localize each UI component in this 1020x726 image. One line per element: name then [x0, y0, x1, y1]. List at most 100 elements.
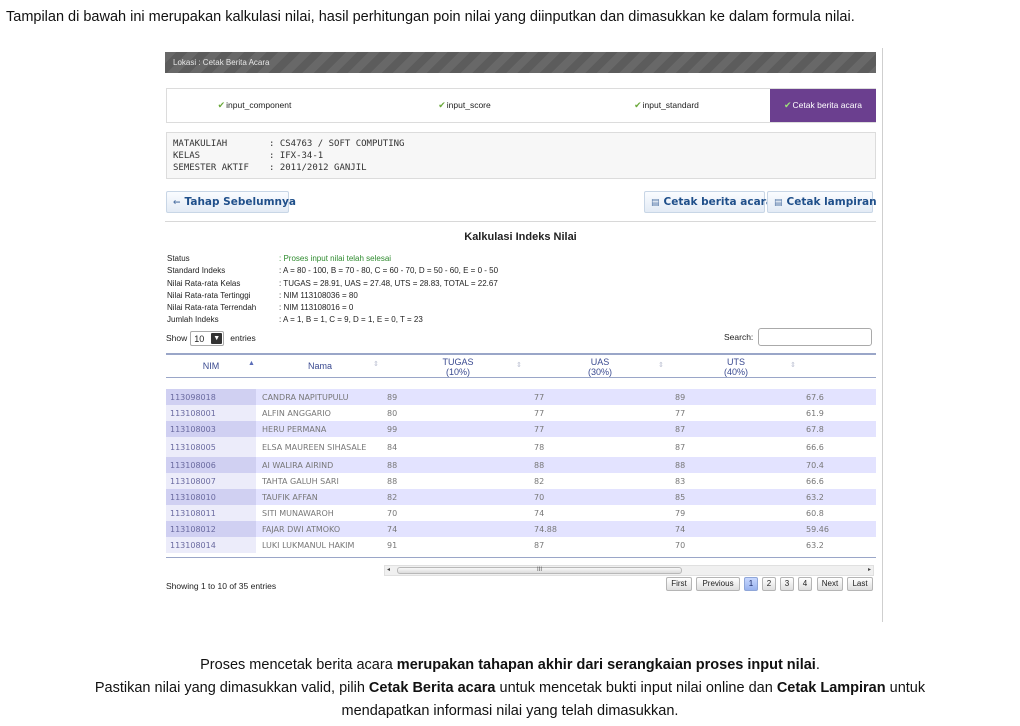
- col-nama-label: Nama: [307, 361, 332, 371]
- stat-key: Standard Indeks: [167, 266, 226, 275]
- page-3-button[interactable]: 3: [780, 577, 794, 591]
- cell-tugas: 89: [387, 392, 398, 402]
- page-1-button[interactable]: 1: [744, 577, 758, 591]
- step-input-standard[interactable]: ✔input_standard: [579, 89, 754, 122]
- caption-text: Pastikan nilai yang dimasukkan valid, pi…: [94, 680, 369, 696]
- cell-uas: 74.88: [534, 524, 557, 534]
- search-input[interactable]: [758, 328, 872, 346]
- cell-total: 66.6: [806, 476, 824, 486]
- horizontal-scrollbar[interactable]: ◂ III ▸: [384, 565, 874, 576]
- scroll-right-icon[interactable]: ▸: [868, 566, 871, 575]
- course-value: : 2011/2012 GANJIL: [269, 163, 367, 173]
- cell-uts: 83: [675, 476, 686, 486]
- col-nim[interactable]: NIM ▲: [186, 360, 255, 371]
- first-page-button[interactable]: First: [666, 577, 692, 591]
- page-4-button[interactable]: 4: [798, 577, 812, 591]
- cell-nama: ALFIN ANGGARIO: [262, 408, 331, 418]
- cell-total: 67.6: [806, 392, 824, 402]
- table-row[interactable]: 113108010 TAUFIK AFFAN 82 70 85 63.2: [166, 489, 876, 505]
- sort-icon: ⇕: [516, 362, 522, 369]
- cell-tugas: 88: [387, 460, 398, 470]
- cell-uas: 74: [534, 508, 545, 518]
- page-2-button[interactable]: 2: [762, 577, 776, 591]
- cell-nim: 113108006: [166, 457, 256, 473]
- top-caption: Tampilan di bawah ini merupakan kalkulas…: [6, 9, 855, 25]
- printer-icon: ▤: [651, 198, 660, 208]
- cell-nim: 113108007: [166, 473, 256, 489]
- previous-page-button[interactable]: Previous: [696, 577, 740, 591]
- col-uts[interactable]: UTS (40%) ⇕: [706, 357, 796, 377]
- sort-asc-icon: ▲: [248, 360, 255, 367]
- cell-total: 60.8: [806, 508, 824, 518]
- cell-nama: ELSA MAUREEN SIHASALE: [262, 442, 367, 452]
- previous-step-label: Tahap Sebelumnya: [184, 196, 296, 208]
- step-cetak-berita-acara[interactable]: ✔Cetak berita acara: [770, 89, 876, 122]
- table-row[interactable]: 113108005 ELSA MAUREEN SIHASALE 84 78 87 66.6: [166, 437, 876, 457]
- calc-title: Kalkulasi Indeks Nilai: [464, 231, 577, 243]
- cell-uts: 89: [675, 392, 686, 402]
- cell-uas: 87: [534, 540, 545, 550]
- cell-tugas: 70: [387, 508, 398, 518]
- col-uas-weight: (30%): [587, 367, 612, 377]
- step-label: input_score: [446, 100, 491, 110]
- stat-value: : TUGAS = 28.91, UAS = 27.48, UTS = 28.8…: [279, 279, 498, 288]
- cell-nama: HERU PERMANA: [262, 424, 327, 434]
- col-uas[interactable]: UAS (30%) ⇕: [570, 357, 664, 377]
- cell-uts: 74: [675, 524, 686, 534]
- table-row[interactable]: 113108014 LUKI LUKMANUL HAKIM 91 87 70 63.2: [166, 537, 876, 553]
- table-row[interactable]: 113108001 ALFIN ANGGARIO 80 77 77 61.9: [166, 405, 876, 421]
- col-nama[interactable]: Nama ⇕: [288, 361, 379, 371]
- stat-key: Nilai Rata-rata Tertinggi: [167, 291, 251, 300]
- step-input-component[interactable]: ✔input_component: [167, 89, 342, 122]
- table-row[interactable]: 113108011 SITI MUNAWAROH 70 74 79 60.8: [166, 505, 876, 521]
- table-row[interactable]: 113108006 AI WALIRA AIRIND 88 88 88 70.4: [166, 457, 876, 473]
- divider: [165, 221, 876, 222]
- col-tugas-label: TUGAS: [442, 357, 474, 367]
- showing-info: Showing 1 to 10 of 35 entries: [166, 581, 277, 591]
- entries-select[interactable]: 10 ▼: [190, 331, 225, 347]
- cell-total: 61.9: [806, 408, 824, 418]
- show-label: Show: [166, 333, 188, 343]
- caption-emphasis: Cetak Lampiran: [776, 680, 886, 696]
- scroll-left-icon[interactable]: ◂: [387, 566, 390, 575]
- cell-total: 59.46: [806, 524, 829, 534]
- cell-tugas: 80: [387, 408, 398, 418]
- table-row[interactable]: 113108007 TAHTA GALUH SARI 88 82 83 66.6: [166, 473, 876, 489]
- check-icon: ✔: [438, 100, 446, 110]
- cell-nim: 113108005: [166, 437, 256, 457]
- table-row[interactable]: 113098018 CANDRA NAPITUPULU 89 77 89 67.6: [166, 389, 876, 405]
- scroll-thumb[interactable]: III: [397, 567, 682, 574]
- sort-icon: ⇕: [658, 362, 664, 369]
- location-bar: Lokasi : Cetak Berita Acara: [165, 52, 876, 73]
- check-icon: ✔: [634, 100, 642, 110]
- step-input-score[interactable]: ✔input_score: [377, 89, 552, 122]
- app-panel: Lokasi : Cetak Berita Acara ✔input_compo…: [165, 48, 883, 622]
- cell-uts: 85: [675, 492, 686, 502]
- previous-step-button[interactable]: ← Tahap Sebelumnya: [166, 191, 296, 213]
- print-berita-acara-button[interactable]: ▤ Cetak berita acara: [644, 191, 773, 213]
- caption-text: .: [815, 657, 820, 673]
- entries-value: 10: [194, 334, 205, 345]
- table-row[interactable]: 113108012 FAJAR DWI ATMOKO 74 74.88 74 59.46: [166, 521, 876, 537]
- print-lampiran-label: Cetak lampiran: [786, 196, 877, 208]
- table-footer-line: [166, 557, 876, 558]
- cell-nama: LUKI LUKMANUL HAKIM: [262, 540, 355, 550]
- cell-uas: 77: [534, 408, 545, 418]
- cell-uas: 77: [534, 392, 545, 402]
- course-value: : CS4763 / SOFT COMPUTING: [269, 139, 405, 149]
- course-key: MATAKULIAH: [173, 139, 228, 149]
- check-icon: ✔: [784, 100, 792, 110]
- print-lampiran-button[interactable]: ▤ Cetak lampiran: [767, 191, 877, 213]
- last-page-button[interactable]: Last: [847, 577, 873, 591]
- next-page-button[interactable]: Next: [817, 577, 843, 591]
- col-tugas[interactable]: TUGAS (10%) ⇕: [428, 357, 521, 377]
- cell-nim: 113108012: [166, 521, 256, 537]
- step-label: input_component: [226, 100, 292, 110]
- cell-uts: 79: [675, 508, 686, 518]
- table-row[interactable]: 113108003 HERU PERMANA 99 77 87 67.8: [166, 421, 876, 437]
- stat-value: : NIM 113108036 = 80: [279, 291, 358, 300]
- cell-nim: 113098018: [166, 389, 256, 405]
- step-label: input_standard: [642, 100, 699, 110]
- entries-control: Show 10 ▼ entries: [166, 330, 256, 347]
- sort-icon: ⇕: [373, 361, 379, 368]
